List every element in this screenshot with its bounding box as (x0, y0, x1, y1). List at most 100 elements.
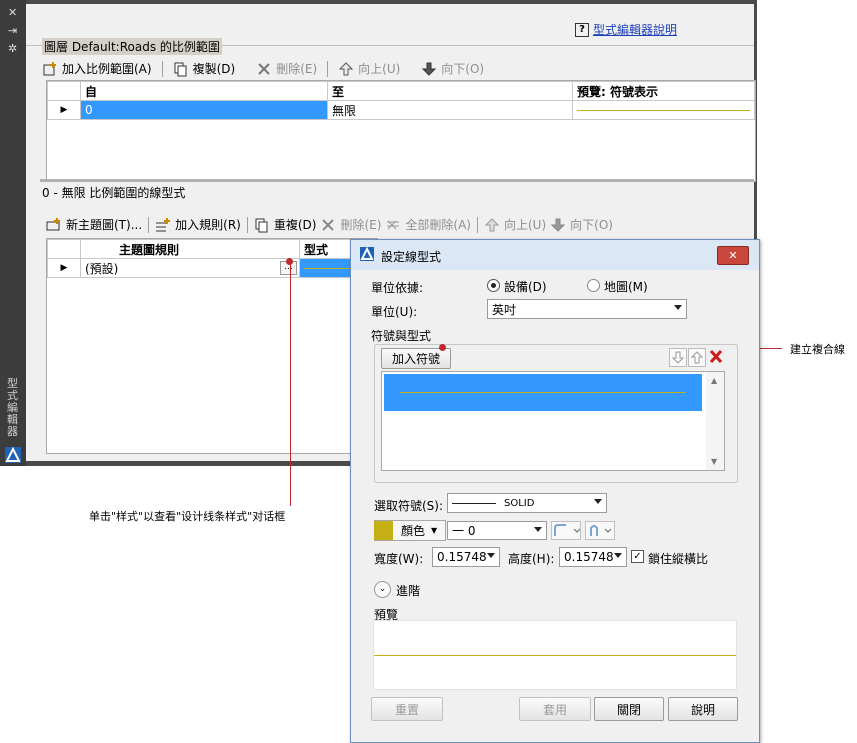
table-row[interactable]: ▶ (預設) ... (47, 258, 377, 278)
row-header-cell (47, 81, 81, 101)
selected-symbol-select[interactable]: SOLID (447, 493, 607, 513)
lineweight-select[interactable]: 一 0 (447, 521, 547, 540)
help-link[interactable]: 型式編輯器說明 (593, 21, 677, 38)
column-from[interactable]: 自 (80, 81, 328, 101)
advanced-toggle[interactable]: 進階 (396, 582, 420, 599)
chevron-down-icon[interactable]: ⌄ (374, 581, 391, 598)
color-swatch (374, 521, 393, 540)
duplicate-rule-button[interactable]: 重複(D) (274, 216, 317, 233)
unit-value: 英吋 (492, 302, 517, 317)
column-to[interactable]: 至 (327, 81, 573, 101)
lock-aspect-label[interactable]: 鎖住縱橫比 (648, 550, 708, 567)
move-up-icon[interactable] (688, 348, 706, 367)
move-up-button[interactable]: 向上(U) (358, 60, 400, 77)
scroll-down-icon[interactable]: ▼ (711, 457, 717, 466)
lock-aspect-checkbox[interactable]: ✓ (631, 550, 644, 563)
lower-toolbar: 新主題圖(T)... 加入規則(R) 重複(D) 刪除(E) 全部刪除(A) 向… (46, 216, 613, 233)
dialog-titlebar[interactable]: 設定線型式 ✕ (351, 240, 759, 270)
selected-symbol-value: SOLID (504, 497, 535, 509)
delete-all-icon (385, 217, 401, 233)
callout-bottom-text: 单击"样式"以查看"设计线条样式"对话框 (89, 510, 286, 523)
properties-icon[interactable]: ✲ (8, 42, 17, 55)
color-label: 顏色 (401, 524, 426, 538)
callout-right-text: 建立複合線 (790, 343, 845, 356)
column-preview[interactable]: 預覽: 符號表示 (572, 81, 755, 101)
symbol-list: ▲ ▼ (381, 371, 725, 471)
width-value: 0.15748 (437, 550, 487, 564)
delete-button[interactable]: 刪除(E) (276, 60, 317, 77)
arrow-up-icon (338, 61, 354, 77)
autohide-icon[interactable]: ⇥ (8, 24, 17, 37)
cell-rule[interactable]: (預設) ... (80, 258, 300, 278)
row-header-cell (47, 239, 81, 259)
move-up-rule-button[interactable]: 向上(U) (504, 216, 546, 233)
line-sample-icon (452, 502, 496, 504)
close-icon[interactable]: ✕ (717, 246, 749, 265)
line-style-dialog: 設定線型式 ✕ 單位依據: 設備(D) 地圖(M) 單位(U): 英吋 符號與型… (350, 239, 760, 743)
preview-line (374, 655, 736, 656)
duplicate-button[interactable]: 複製(D) (193, 60, 236, 77)
add-symbol-button[interactable]: 加入符號 (381, 348, 451, 369)
unit-select[interactable]: 英吋 (487, 299, 687, 319)
arrow-down-icon (421, 61, 437, 77)
line-join-icon[interactable] (551, 521, 581, 540)
unit-label: 單位(U): (371, 305, 418, 319)
apply-button[interactable]: 套用 (519, 697, 591, 721)
selected-symbol-label: 選取符號(S): (374, 499, 444, 513)
rule-label: (預設) (85, 261, 119, 276)
radio-map-label[interactable]: 地圖(M) (604, 278, 648, 295)
preview-area (373, 620, 737, 690)
upper-toolbar: 加入比例範圍(A) 複製(D) 刪除(E) 向上(U) 向下(O) (42, 60, 484, 77)
move-down-rule-button[interactable]: 向下(O) (570, 216, 613, 233)
delete-rule-button[interactable]: 刪除(E) (340, 216, 381, 233)
callout-dot (286, 258, 293, 265)
row-pointer-icon: ▶ (47, 258, 81, 278)
height-value: 0.15748 (564, 550, 614, 564)
app-logo-icon (5, 446, 21, 463)
add-scale-button[interactable]: 加入比例範圍(A) (62, 60, 152, 77)
add-rule-icon (155, 217, 171, 233)
reset-button[interactable]: 重置 (371, 697, 443, 721)
symbols-group-title: 符號與型式 (371, 329, 432, 343)
symbols-group: 加入符號 ▲ ▼ (374, 344, 738, 483)
radio-device-label[interactable]: 設備(D) (504, 278, 547, 295)
height-select[interactable]: 0.15748 (559, 547, 627, 567)
help-button[interactable]: 說明 (668, 697, 738, 721)
cell-to[interactable]: 無限 (327, 100, 573, 120)
table-row[interactable]: ▶ 0 無限 (47, 100, 755, 120)
delete-icon (320, 217, 336, 233)
list-item[interactable] (384, 374, 702, 411)
width-label: 寬度(W): (374, 552, 424, 566)
move-down-icon[interactable] (669, 348, 687, 367)
arrow-up-icon (484, 217, 500, 233)
radio-map[interactable] (587, 279, 600, 292)
width-select[interactable]: 0.15748 (432, 547, 500, 567)
close-button[interactable]: 關閉 (594, 697, 664, 721)
dialog-title: 設定線型式 (381, 250, 442, 264)
column-theme-rule[interactable]: 主題圖規則 (80, 239, 300, 259)
new-theme-button[interactable]: 新主題圖(T)... (66, 216, 142, 233)
line-cap-icon[interactable] (585, 521, 615, 540)
help-link-group[interactable]: ? 型式編輯器說明 (575, 21, 677, 38)
duplicate-icon (173, 61, 189, 77)
delete-symbol-icon[interactable] (708, 348, 724, 365)
add-scale-icon (42, 61, 58, 77)
close-icon[interactable]: ✕ (8, 6, 17, 19)
callout-line (290, 261, 291, 506)
cell-preview[interactable] (572, 100, 755, 120)
radio-device[interactable] (487, 279, 500, 292)
move-down-button[interactable]: 向下(O) (441, 60, 484, 77)
row-pointer-icon: ▶ (47, 100, 81, 120)
add-rule-button[interactable]: 加入規則(R) (175, 216, 241, 233)
cell-from[interactable]: 0 (80, 100, 328, 120)
duplicate-icon (254, 217, 270, 233)
scrollbar[interactable]: ▲ ▼ (706, 372, 724, 470)
color-picker[interactable]: 顏色 ▼ (374, 520, 446, 541)
delete-all-button[interactable]: 全部刪除(A) (405, 216, 471, 233)
arrow-down-icon (550, 217, 566, 233)
app-logo-icon (360, 246, 374, 261)
scroll-up-icon[interactable]: ▲ (711, 376, 717, 385)
lineweight-value: 一 0 (452, 524, 476, 538)
splitter[interactable] (40, 179, 754, 182)
theme-rule-grid: 主題圖規則 型式 ▶ (預設) ... (46, 238, 378, 454)
